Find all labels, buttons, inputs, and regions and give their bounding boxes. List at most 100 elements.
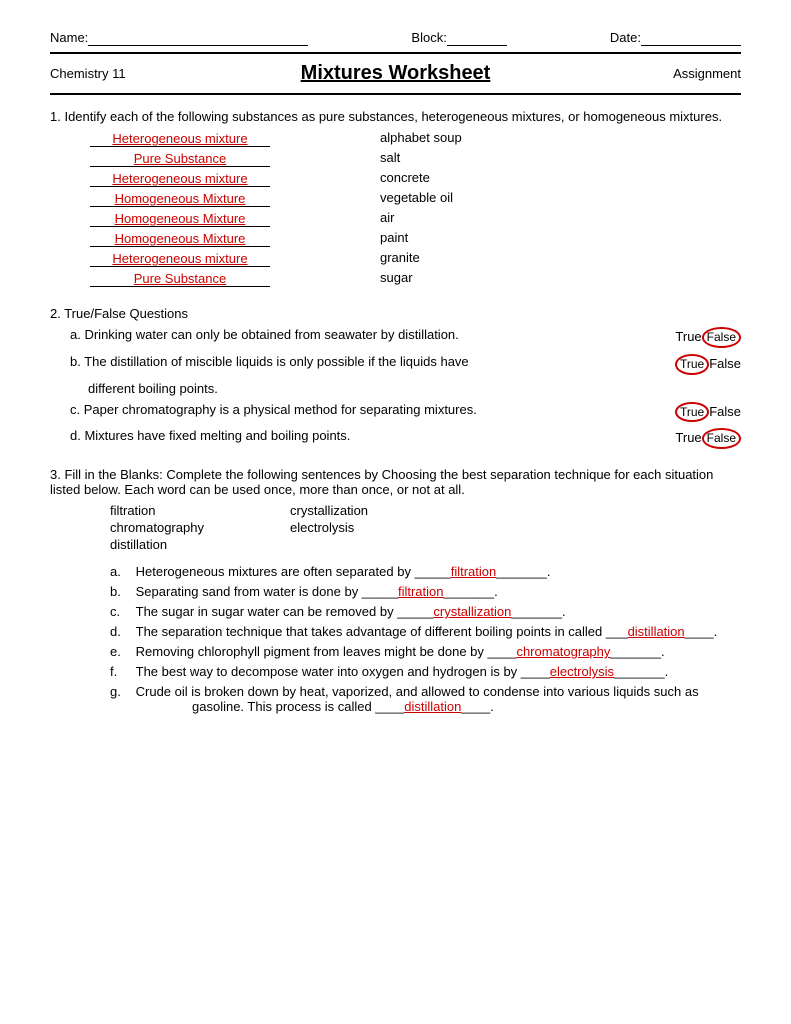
q3-before2-g: gasoline. This process is called ____: [192, 699, 404, 714]
wb-chromatography: chromatography: [110, 520, 290, 535]
q1-substance-4: air: [370, 210, 741, 228]
header-top: Name: Block: Date:: [50, 30, 741, 46]
q3-after-c: _______.: [511, 604, 565, 619]
list-item: d. Mixtures have fixed melting and boili…: [50, 428, 741, 449]
q3-answer-d: distillation: [628, 624, 685, 639]
list-item: f. The best way to decompose water into …: [110, 664, 741, 679]
list-item: a. Heterogeneous mixtures are often sepa…: [110, 564, 741, 579]
q3-g-line2: gasoline. This process is called ____dis…: [192, 699, 741, 714]
q3-label-e: e.: [110, 644, 132, 659]
q2-answer-b: TrueFalse: [661, 354, 741, 375]
list-item: Heterogeneous mixture: [90, 170, 370, 188]
q2-answer-a: TrueFalse: [661, 327, 741, 348]
date-label: Date:: [610, 30, 741, 46]
word-bank: filtration crystallization chromatograph…: [110, 503, 741, 552]
false-circled-d: False: [702, 428, 741, 449]
q3-after-e: _______.: [610, 644, 664, 659]
list-item: g. Crude oil is broken down by heat, vap…: [110, 684, 741, 714]
q2-question-b-line2: different boiling points.: [88, 381, 741, 396]
q2-answer-c: TrueFalse: [661, 402, 741, 423]
list-item: e. Removing chlorophyll pigment from lea…: [110, 644, 741, 659]
list-item: Pure Substance: [90, 150, 370, 168]
q1-answers-grid: Heterogeneous mixture alphabet soup Pure…: [90, 130, 741, 288]
list-item: a. Drinking water can only be obtained f…: [50, 327, 741, 348]
q3-before-b: Separating sand from water is done by __…: [136, 584, 398, 599]
list-item: Heterogeneous mixture: [90, 130, 370, 148]
q1-substance-1: salt: [370, 150, 741, 168]
true-circled-c: True: [675, 402, 709, 423]
q2-question-a: a. Drinking water can only be obtained f…: [70, 327, 661, 342]
q3-before-f: The best way to decompose water into oxy…: [136, 664, 550, 679]
q3-answer-e: chromatography: [516, 644, 610, 659]
wb-crystallization: crystallization: [290, 503, 470, 518]
q1-substance-0: alphabet soup: [370, 130, 741, 148]
q1-answer-6: Heterogeneous mixture: [90, 251, 270, 267]
assignment-label: Assignment: [641, 66, 741, 81]
q1-answer-7: Pure Substance: [90, 271, 270, 287]
q1-answer-2: Heterogeneous mixture: [90, 171, 270, 187]
q3-after-f: _______.: [614, 664, 668, 679]
header-divider-bottom: [50, 93, 741, 95]
course-label: Chemistry 11: [50, 66, 150, 81]
q3-label-b: b.: [110, 584, 132, 599]
q2-answer-d: TrueFalse: [661, 428, 741, 449]
list-item: Homogeneous Mixture: [90, 190, 370, 208]
wb-filtration: filtration: [110, 503, 290, 518]
q2-question-d: d. Mixtures have fixed melting and boili…: [70, 428, 661, 443]
q3-answer-c: crystallization: [433, 604, 511, 619]
list-item: Heterogeneous mixture: [90, 250, 370, 268]
q3-label-f: f.: [110, 664, 132, 679]
list-item: d. The separation technique that takes a…: [110, 624, 741, 639]
q1-substance-5: paint: [370, 230, 741, 248]
list-item: Pure Substance: [90, 270, 370, 288]
q3-before-e: Removing chlorophyll pigment from leaves…: [136, 644, 517, 659]
header-divider-top: [50, 52, 741, 54]
wb-empty: [290, 537, 470, 552]
false-circled-a: False: [702, 327, 741, 348]
q3-label-c: c.: [110, 604, 132, 619]
q1-title: 1. Identify each of the following substa…: [50, 109, 741, 124]
q3-g-line1: g. Crude oil is broken down by heat, vap…: [110, 684, 741, 699]
q3-after-b: _______.: [444, 584, 498, 599]
question-1: 1. Identify each of the following substa…: [50, 109, 741, 288]
q3-label-d: d.: [110, 624, 132, 639]
block-label: Block:: [411, 30, 506, 46]
q2-question-b: b. The distillation of miscible liquids …: [70, 354, 661, 369]
q1-answer-4: Homogeneous Mixture: [90, 211, 270, 227]
q3-answer-a: filtration: [451, 564, 497, 579]
list-item: c. Paper chromatography is a physical me…: [50, 402, 741, 423]
q1-answer-3: Homogeneous Mixture: [90, 191, 270, 207]
q1-answer-0: Heterogeneous mixture: [90, 131, 270, 147]
q3-after-a: _______.: [496, 564, 550, 579]
q3-after-d: ____.: [685, 624, 718, 639]
q3-before-d: The separation technique that takes adva…: [136, 624, 628, 639]
list-item: b. Separating sand from water is done by…: [110, 584, 741, 599]
q3-label-g: g.: [110, 684, 132, 699]
q3-before-a: Heterogeneous mixtures are often separat…: [136, 564, 451, 579]
wb-distillation: distillation: [110, 537, 290, 552]
q1-answer-5: Homogeneous Mixture: [90, 231, 270, 247]
q3-after-g: ____.: [461, 699, 494, 714]
list-item: Homogeneous Mixture: [90, 230, 370, 248]
q3-answer-b: filtration: [398, 584, 444, 599]
list-item: b. The distillation of miscible liquids …: [50, 354, 741, 375]
q1-substance-3: vegetable oil: [370, 190, 741, 208]
q3-title: 3. Fill in the Blanks: Complete the foll…: [50, 467, 741, 497]
q3-before-c: The sugar in sugar water can be removed …: [136, 604, 434, 619]
q1-answer-1: Pure Substance: [90, 151, 270, 167]
header-main: Chemistry 11 Mixtures Worksheet Assignme…: [50, 58, 741, 89]
question-2: 2. True/False Questions a. Drinking wate…: [50, 306, 741, 449]
q3-answer-f: electrolysis: [550, 664, 614, 679]
q2-question-c: c. Paper chromatography is a physical me…: [70, 402, 661, 417]
q3-before-g: Crude oil is broken down by heat, vapori…: [136, 684, 699, 699]
q2-title: 2. True/False Questions: [50, 306, 741, 321]
wb-electrolysis: electrolysis: [290, 520, 470, 535]
question-3: 3. Fill in the Blanks: Complete the foll…: [50, 467, 741, 714]
name-label: Name:: [50, 30, 308, 46]
q1-substance-2: concrete: [370, 170, 741, 188]
list-item: c. The sugar in sugar water can be remov…: [110, 604, 741, 619]
q3-answer-g: distillation: [404, 699, 461, 714]
true-circled-b: True: [675, 354, 709, 375]
q3-label-a: a.: [110, 564, 132, 579]
q1-substance-6: granite: [370, 250, 741, 268]
